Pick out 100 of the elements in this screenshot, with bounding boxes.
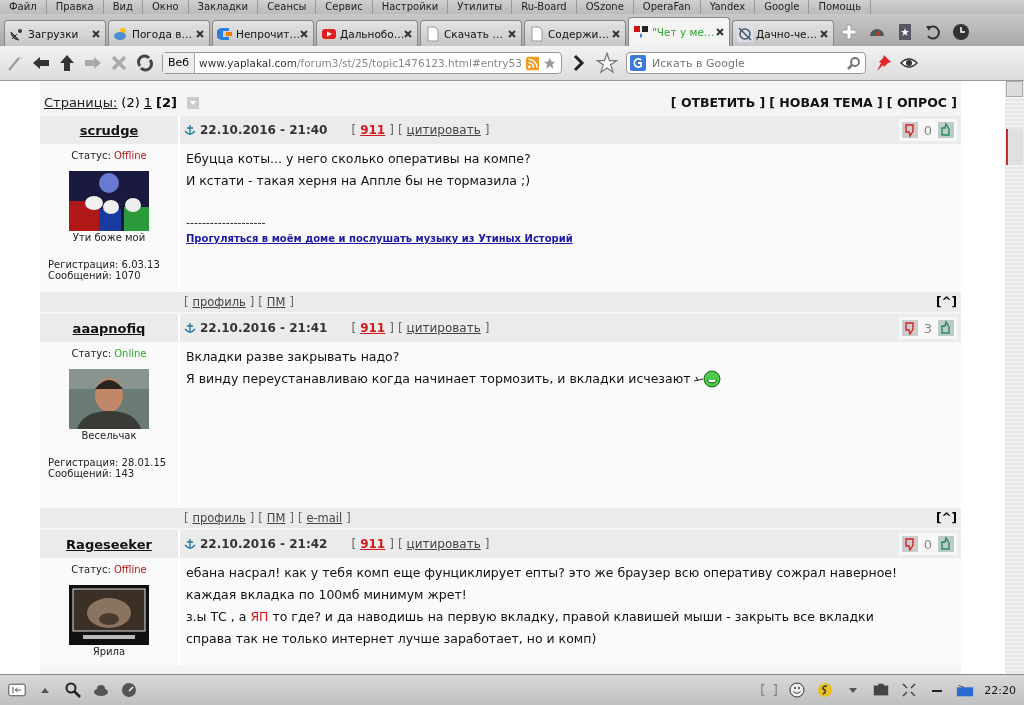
thumbs-up-icon[interactable] [938, 320, 954, 336]
gauge-icon[interactable] [120, 682, 138, 698]
post-number-link[interactable]: 911 [360, 537, 386, 551]
browser-tab[interactable]: Непрочит… [212, 20, 314, 46]
pin-icon[interactable] [874, 54, 892, 72]
anchor-icon[interactable] [184, 124, 196, 136]
thumbs-up-icon[interactable] [938, 122, 954, 138]
back-icon[interactable] [32, 54, 50, 72]
bracket: ] [484, 321, 490, 335]
bracket: ] [484, 123, 490, 137]
avatar-caption: Весельчак [81, 430, 137, 441]
signature-divider: -------------------- [186, 216, 267, 230]
undo-icon[interactable] [924, 23, 942, 41]
bookmark-icon[interactable] [896, 23, 914, 41]
browser-tab[interactable]: Загрузки [4, 20, 106, 46]
monitor-icon[interactable] [956, 682, 975, 698]
topic-action-link[interactable]: [ ОТВЕТИТЬ ] [670, 95, 766, 110]
post-number-link[interactable]: 911 [360, 123, 386, 137]
topic-action-link[interactable]: [ ОПРОС ] [886, 95, 957, 110]
bracket: ] [289, 511, 294, 525]
profile-link[interactable]: ПМ [266, 511, 286, 525]
address-field[interactable]: Веб www.yaplakal.com/forum3/st/25/topic1476123.html#entry53 [162, 52, 562, 74]
search-field[interactable]: Искать в Google [626, 52, 866, 74]
star-icon[interactable] [596, 52, 618, 74]
author-name[interactable]: aaapnofiq [72, 320, 146, 336]
logo-icon [217, 25, 233, 42]
quote-link[interactable]: цитировать [406, 321, 481, 335]
bracket: ] [389, 537, 394, 551]
smiley-icon [693, 370, 722, 388]
browser-tab[interactable]: Дачно-че… [732, 20, 834, 46]
bracket: [ [351, 123, 357, 137]
turbo-icon[interactable] [816, 682, 835, 698]
post-number-link[interactable]: 911 [360, 321, 386, 335]
status-text: Offline [113, 150, 147, 161]
up-arrow-icon[interactable] [58, 54, 76, 72]
bracket: ] [249, 511, 255, 525]
browser-tab[interactable]: Содержи… [524, 20, 626, 46]
author-name[interactable]: Rageseeker [66, 536, 152, 552]
close-icon[interactable] [611, 28, 621, 39]
profile-link[interactable]: ПМ [266, 295, 286, 309]
avatar-caption: Ути боже мой [72, 232, 146, 243]
close-icon[interactable] [507, 28, 517, 39]
post-text: ебана насрал! как у тебя комп еще фунциклирует епты? это же браузер всю оперативу сожрал наверное! [186, 564, 898, 582]
author-name[interactable]: scrudge [79, 122, 139, 138]
close-icon[interactable] [299, 28, 309, 39]
topic-action-link[interactable]: [ НОВАЯ ТЕМА ] [769, 95, 883, 110]
post-text: Вкладки разве закрывать надо? [186, 348, 400, 366]
page-link[interactable]: 1 [143, 95, 152, 110]
profile-link[interactable]: профиль [192, 295, 246, 309]
view-icon[interactable] [872, 682, 891, 698]
browser-tab[interactable]: Скачать … [420, 20, 522, 46]
bracket: [ [397, 123, 403, 137]
current-page: [2] [156, 95, 177, 110]
search-engine-icon[interactable] [630, 55, 646, 71]
cloud-icon[interactable] [92, 682, 110, 698]
close-icon[interactable] [403, 28, 413, 39]
scrollbar[interactable] [1005, 81, 1024, 674]
thumbs-down-icon[interactable] [901, 320, 918, 336]
thumbs-up-icon[interactable] [938, 536, 954, 552]
bracket: ] [289, 295, 294, 309]
browser-tab[interactable]: Погода в… [108, 20, 210, 46]
anchor-icon[interactable] [184, 538, 196, 550]
reload-icon[interactable] [136, 54, 154, 72]
anchor-icon[interactable] [184, 322, 196, 334]
star-icon[interactable] [543, 55, 557, 71]
close-icon[interactable] [91, 28, 101, 39]
smiley-icon[interactable] [788, 682, 807, 698]
bracket: [ [258, 295, 263, 309]
search-input[interactable]: Искать в Google [650, 55, 842, 71]
status-text: Online [114, 348, 147, 359]
fullscreen-icon[interactable] [900, 682, 919, 698]
clock-icon[interactable] [952, 23, 970, 41]
close-icon[interactable] [715, 27, 725, 37]
bracket: [ [184, 511, 189, 525]
bracket: [ [184, 295, 189, 309]
signature-link[interactable]: Прогуляться в моём доме и послушать музыку из Утиных Историй [186, 233, 573, 244]
search-icon[interactable] [64, 682, 82, 698]
bracket: [ [397, 321, 403, 335]
thumbs-down-icon[interactable] [901, 122, 918, 138]
page-icon [425, 25, 441, 42]
post-text: каждая вкладка по 100мб минимум жрет! [186, 586, 467, 604]
profile-link[interactable]: e-mail [306, 511, 343, 525]
back-to-top-link[interactable]: [^] [935, 511, 957, 525]
panel-toggle-icon[interactable] [8, 682, 26, 698]
post-text: Я винду переустанавливаю когда начинает тормозить, и вкладки исчезают [186, 370, 691, 388]
bracket: [ [297, 511, 303, 525]
thumbs-down-icon[interactable] [901, 536, 918, 552]
profile-link[interactable]: профиль [192, 511, 246, 525]
back-to-top-link[interactable]: [^] [935, 295, 957, 309]
close-icon[interactable] [195, 28, 205, 39]
post-text: справа так не только интернет лучше заработает, но и комп) [186, 630, 597, 648]
quote-link[interactable]: цитировать [406, 123, 481, 137]
quote-link[interactable]: цитировать [406, 537, 481, 551]
browser-tab[interactable]: Дальнобо… [316, 20, 418, 46]
close-icon[interactable] [819, 28, 829, 39]
registration-date: Регистрация: 28.01.15 [48, 457, 167, 468]
bracket: [ [351, 321, 357, 335]
pages-link[interactable]: Страницы: [44, 95, 118, 110]
status-label: Статус: [71, 150, 111, 161]
url-text: www.yaplakal.com/forum3/st/25/topic1476123.html#entry53 [199, 57, 522, 69]
